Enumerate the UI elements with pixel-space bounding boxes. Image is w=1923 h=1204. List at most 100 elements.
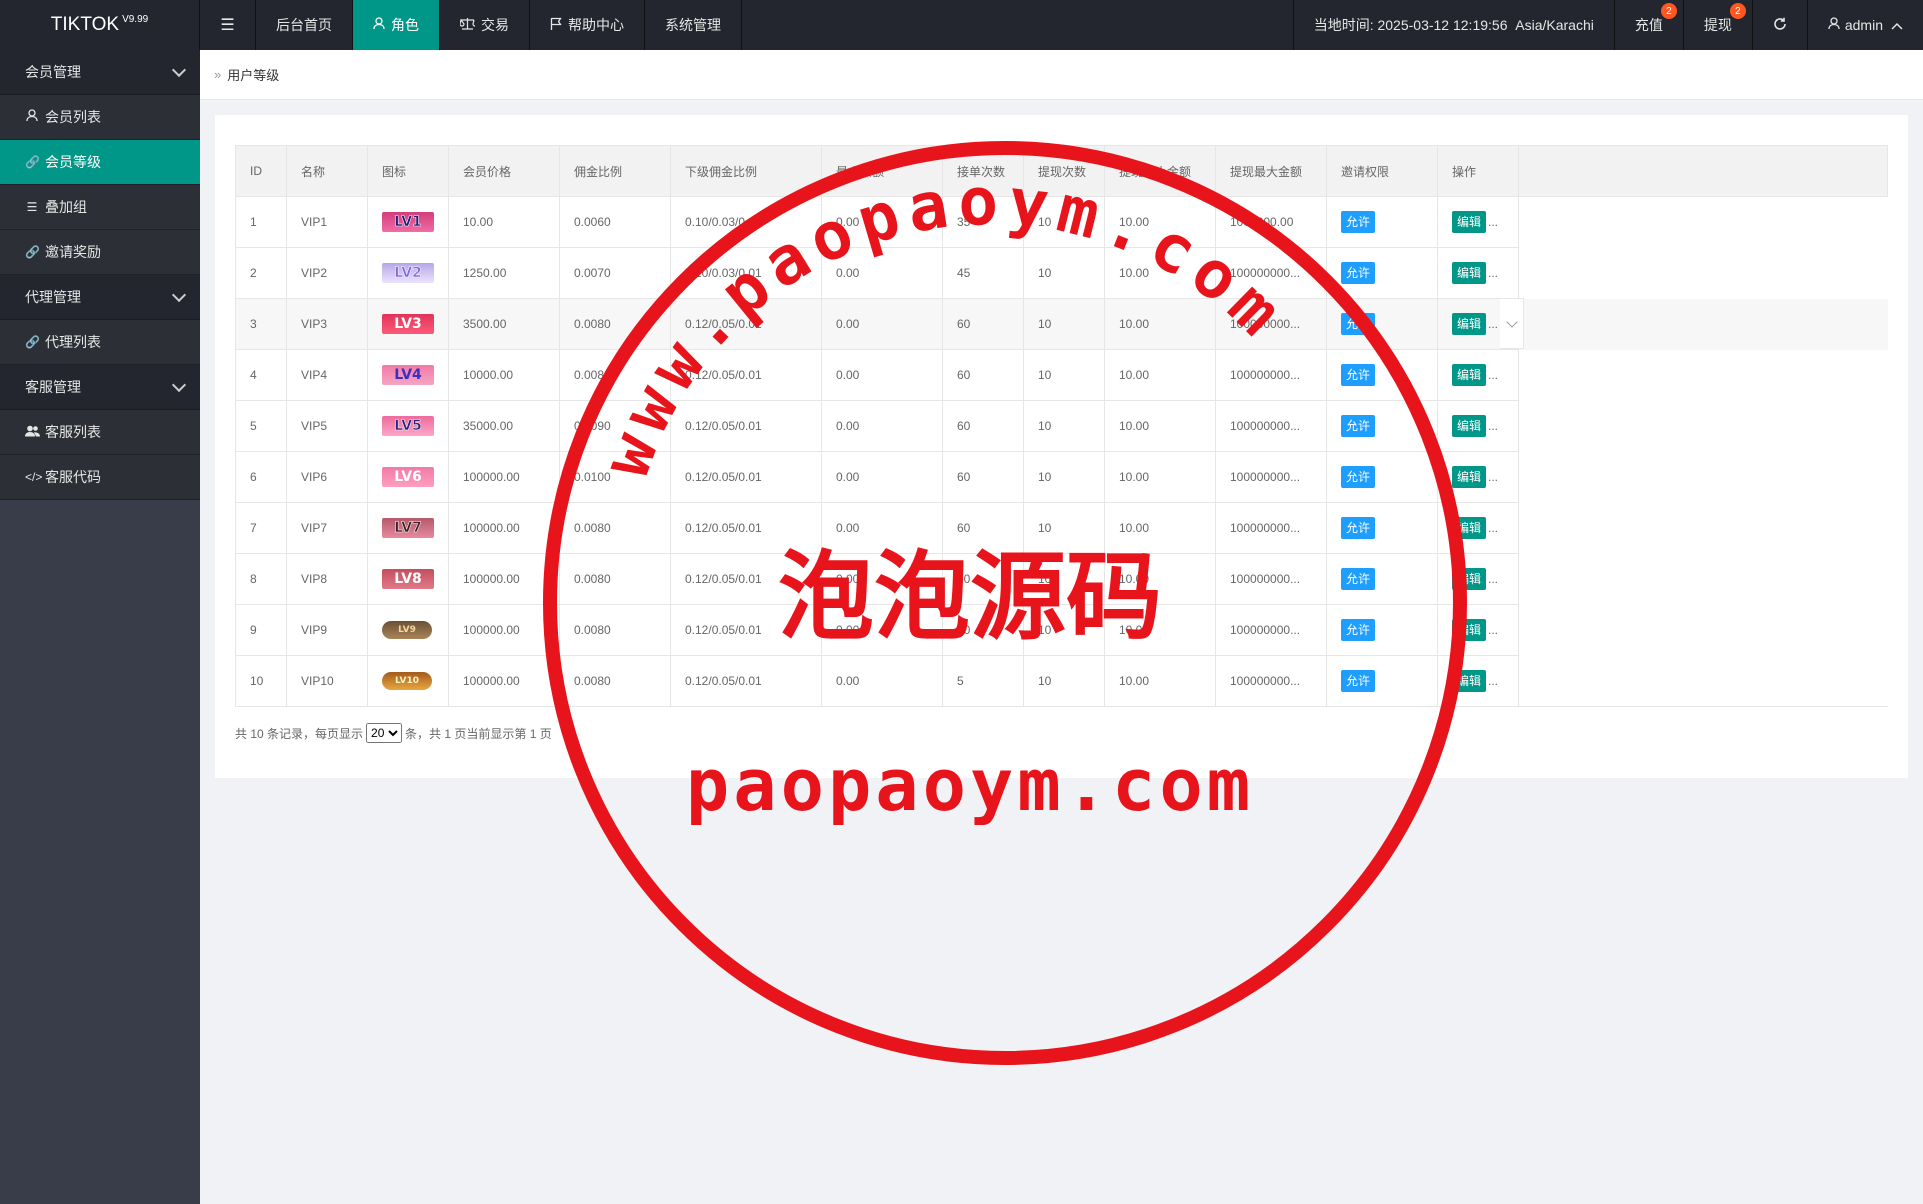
refresh-button[interactable] <box>1751 0 1807 50</box>
table-cell-withdraw-max: 100000000... <box>1215 247 1327 299</box>
more-actions-ellipsis[interactable]: ... <box>1488 623 1498 637</box>
users-icon <box>25 425 40 440</box>
nav-trade[interactable]: 交易 <box>440 0 530 50</box>
recharge-button[interactable]: 充值 2 <box>1613 0 1683 50</box>
more-actions-ellipsis[interactable]: ... <box>1488 572 1498 586</box>
nav-role-label: 角色 <box>391 17 419 33</box>
sidebar-item-agent-list[interactable]: 🔗 代理列表 <box>0 320 200 365</box>
nav-dashboard[interactable]: 后台首页 <box>256 0 353 50</box>
app-logo[interactable]: TIKTOK V9.99 <box>0 0 200 50</box>
top-right-area: 当地时间: 2025-03-12 12:19:56 Asia/Karachi 充… <box>1292 0 1923 50</box>
table-cell-min-balance: 0.00 <box>821 349 943 401</box>
table-cell-icon: LV8 <box>367 553 449 605</box>
invite-allow-button[interactable]: 允许 <box>1341 670 1376 692</box>
sidebar-group-agents[interactable]: 代理管理 <box>0 275 200 320</box>
edit-button[interactable]: 编辑 <box>1452 415 1487 437</box>
table-row[interactable]: 8 VIP8 LV8 100000.00 0.0080 0.12/0.05/0.01 0.0… <box>235 553 1888 605</box>
more-actions-ellipsis[interactable]: ... <box>1488 419 1498 433</box>
sidebar-group-members[interactable]: 会员管理 <box>0 50 200 95</box>
nav-help[interactable]: 帮助中心 <box>530 0 645 50</box>
table-row[interactable]: 5 VIP5 LV5 35000.00 0.0090 0.12/0.05/0.01 0.00… <box>235 400 1888 452</box>
table-row[interactable]: 7 VIP7 LV7 100000.00 0.0080 0.12/0.05/0.01 0.0… <box>235 502 1888 554</box>
invite-allow-button[interactable]: 允许 <box>1341 619 1376 641</box>
table-row[interactable]: 1 VIP1 LV1 10.00 0.0060 0.10/0.03/0.01 0.00 35 1… <box>235 196 1888 248</box>
col-header[interactable]: 提现次数 <box>1023 145 1105 197</box>
col-header[interactable]: 接单次数 <box>942 145 1024 197</box>
table-cell-min-balance: 0.00 <box>821 451 943 503</box>
sidebar-item-invite-reward[interactable]: 🔗 邀请奖励 <box>0 230 200 275</box>
sidebar-item-member-list[interactable]: 会员列表 <box>0 95 200 140</box>
invite-allow-button[interactable]: 允许 <box>1341 466 1376 488</box>
sidebar-item-support-code[interactable]: </> 客服代码 <box>0 455 200 500</box>
table-cell-rate: 0.0080 <box>559 604 671 656</box>
table-row[interactable]: 3 VIP3 LV3 3500.00 0.0080 0.12/0.05/0.01 0.00 6… <box>235 298 1888 350</box>
edit-button[interactable]: 编辑 <box>1452 313 1487 335</box>
col-header[interactable]: 会员价格 <box>448 145 560 197</box>
more-actions-ellipsis[interactable]: ... <box>1488 521 1498 535</box>
invite-allow-button[interactable]: 允许 <box>1341 415 1376 437</box>
edit-button[interactable]: 编辑 <box>1452 619 1487 641</box>
table-row[interactable]: 6 VIP6 LV6 100000.00 0.0100 0.12/0.05/0.01 0.0… <box>235 451 1888 503</box>
table-cell-orders: 60 <box>942 451 1024 503</box>
invite-allow-button[interactable]: 允许 <box>1341 211 1376 233</box>
more-actions-ellipsis[interactable]: ... <box>1488 368 1498 382</box>
edit-button[interactable]: 编辑 <box>1452 466 1487 488</box>
table-cell-price: 100000.00 <box>448 553 560 605</box>
invite-allow-button[interactable]: 允许 <box>1341 517 1376 539</box>
level-badge-icon: LV3 <box>382 314 434 334</box>
edit-button[interactable]: 编辑 <box>1452 670 1487 692</box>
table-cell-price: 35000.00 <box>448 400 560 452</box>
edit-button[interactable]: 编辑 <box>1452 211 1487 233</box>
col-header[interactable]: 邀请权限 <box>1326 145 1438 197</box>
sidebar-group-support[interactable]: 客服管理 <box>0 365 200 410</box>
edit-button[interactable]: 编辑 <box>1452 517 1487 539</box>
more-actions-ellipsis[interactable]: ... <box>1488 674 1498 688</box>
invite-allow-button[interactable]: 允许 <box>1341 262 1376 284</box>
sidebar: 会员管理 会员列表 🔗 会员等级 ☰ 叠加组 🔗 邀请奖励 代理管理 🔗 代理列… <box>0 50 200 1204</box>
more-actions-ellipsis[interactable]: ... <box>1488 317 1498 331</box>
invite-allow-button[interactable]: 允许 <box>1341 313 1376 335</box>
col-header[interactable]: 最小余额 <box>821 145 943 197</box>
invite-allow-button[interactable]: 允许 <box>1341 568 1376 590</box>
col-header[interactable]: 下级佣金比例 <box>670 145 822 197</box>
sidebar-toggle-button[interactable]: ☰ <box>200 0 256 50</box>
sidebar-item-member-level[interactable]: 🔗 会员等级 <box>0 140 200 185</box>
col-header[interactable]: 图标 <box>367 145 449 197</box>
more-actions-ellipsis[interactable]: ... <box>1488 470 1498 484</box>
table-card: ID 名称 图标 会员价格 佣金比例 下级佣金比例 最小余额 接单次数 提现次数… <box>215 115 1908 778</box>
edit-button[interactable]: 编辑 <box>1452 364 1487 386</box>
col-header[interactable]: 提现最小金额 <box>1104 145 1216 197</box>
col-header[interactable]: 操作 <box>1437 145 1519 197</box>
edit-button[interactable]: 编辑 <box>1452 262 1487 284</box>
table-row[interactable]: 9 VIP9 LV9 100000.00 0.0080 0.12/0.05/0.01 0.0… <box>235 604 1888 656</box>
sidebar-item-support-list[interactable]: 客服列表 <box>0 410 200 455</box>
invite-allow-button[interactable]: 允许 <box>1341 364 1376 386</box>
col-header[interactable]: 佣金比例 <box>559 145 671 197</box>
link-icon: 🔗 <box>25 245 40 259</box>
sidebar-item-stack-group[interactable]: ☰ 叠加组 <box>0 185 200 230</box>
col-header[interactable]: ID <box>235 145 287 197</box>
table-cell-orders: 45 <box>942 247 1024 299</box>
edit-button[interactable]: 编辑 <box>1452 568 1487 590</box>
page-size-select[interactable]: 10203050 <box>366 723 403 743</box>
nav-system[interactable]: 系统管理 <box>645 0 742 50</box>
table-cell-withdraw-max: 100000000... <box>1215 502 1327 554</box>
table-cell-rate: 0.0090 <box>559 400 671 452</box>
row-expand-toggle[interactable] <box>1500 298 1524 349</box>
more-actions-ellipsis[interactable]: ... <box>1488 215 1498 229</box>
sidebar-item-label: 会员等级 <box>45 154 101 170</box>
table-row[interactable]: 4 VIP4 LV4 10000.00 0.0080 0.12/0.05/0.01 0.00… <box>235 349 1888 401</box>
col-header[interactable]: 提现最大金额 <box>1215 145 1327 197</box>
table-row[interactable]: 10 VIP10 LV10 100000.00 0.0080 0.12/0.05/0.01… <box>235 655 1888 707</box>
table-cell-action: 编辑... <box>1437 655 1519 707</box>
user-menu[interactable]: admin <box>1806 0 1923 50</box>
link-icon: 🔗 <box>25 155 40 169</box>
table-cell-orders: 60 <box>942 298 1024 350</box>
table-cell-withdraw-min: 10.00 <box>1104 655 1216 707</box>
table-cell-orders: 35 <box>942 196 1024 248</box>
withdraw-button[interactable]: 提现 2 <box>1682 0 1752 50</box>
more-actions-ellipsis[interactable]: ... <box>1488 266 1498 280</box>
col-header[interactable]: 名称 <box>286 145 368 197</box>
nav-role[interactable]: 角色 <box>353 0 440 50</box>
table-row[interactable]: 2 VIP2 LV2 1250.00 0.0070 0.10/0.03/0.01 0.00 4… <box>235 247 1888 299</box>
